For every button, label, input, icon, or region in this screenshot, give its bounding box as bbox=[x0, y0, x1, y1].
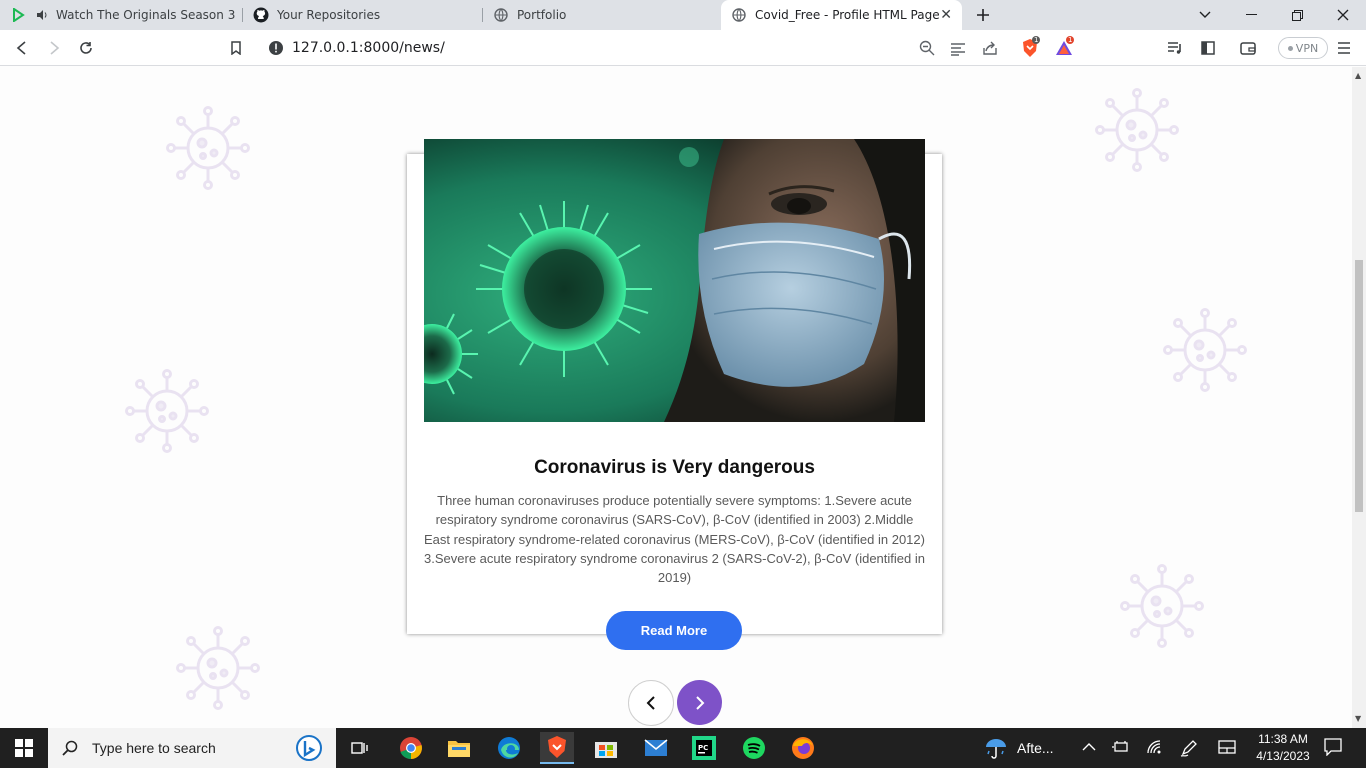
speaker-icon[interactable] bbox=[34, 7, 50, 23]
new-tab-button[interactable] bbox=[960, 0, 1006, 30]
virus-decoration-icon bbox=[1163, 308, 1247, 392]
edge-icon[interactable] bbox=[492, 732, 526, 764]
address-bar[interactable]: 127.0.0.1:8000/news/ bbox=[258, 33, 1080, 63]
virus-decoration-icon bbox=[1095, 88, 1179, 172]
restore-button[interactable] bbox=[1274, 0, 1320, 30]
tab-covid-free[interactable]: Covid_Free - Profile HTML Page ✕ bbox=[721, 0, 962, 30]
tab-title: Watch The Originals Season 3 Epis bbox=[56, 8, 240, 22]
github-icon bbox=[253, 7, 269, 23]
virus-decoration-icon bbox=[125, 369, 209, 453]
read-more-button[interactable]: Read More bbox=[606, 611, 742, 650]
show-hidden-icons-icon[interactable] bbox=[1082, 741, 1096, 755]
tab-title: Your Repositories bbox=[277, 8, 381, 22]
next-slide-button[interactable] bbox=[677, 680, 722, 725]
windows-start-icon[interactable] bbox=[7, 732, 41, 764]
url-text: 127.0.0.1:8000/news/ bbox=[292, 40, 445, 56]
pycharm-icon[interactable]: PC bbox=[687, 732, 721, 764]
close-window-button[interactable] bbox=[1320, 0, 1366, 30]
clock-date: 4/13/2023 bbox=[1256, 749, 1310, 763]
virus-decoration-icon bbox=[1120, 564, 1204, 648]
back-button[interactable] bbox=[10, 36, 34, 60]
share-icon[interactable] bbox=[982, 40, 998, 60]
playlist-icon[interactable] bbox=[1163, 36, 1187, 60]
virus-decoration-icon bbox=[176, 626, 260, 710]
bookmark-icon[interactable] bbox=[224, 36, 248, 60]
chrome-icon[interactable] bbox=[394, 732, 428, 764]
chevron-left-icon bbox=[646, 696, 655, 710]
sidebar-icon[interactable] bbox=[1196, 36, 1220, 60]
web-page: Coronavirus is Very dangerous Three huma… bbox=[0, 67, 1352, 728]
play-icon bbox=[10, 7, 26, 23]
tab-search-icon[interactable] bbox=[1182, 0, 1228, 30]
page-scrollbar[interactable]: ▲ ▼ bbox=[1352, 67, 1366, 728]
search-placeholder: Type here to search bbox=[92, 740, 216, 756]
spotify-icon[interactable] bbox=[737, 732, 771, 764]
brave-rewards-icon[interactable]: 1 bbox=[1052, 36, 1076, 60]
scroll-down-arrow-icon[interactable]: ▼ bbox=[1355, 714, 1361, 723]
globe-icon bbox=[493, 7, 509, 23]
reader-mode-icon[interactable] bbox=[950, 41, 966, 60]
tab-portfolio[interactable]: Portfolio bbox=[483, 0, 719, 30]
scrollbar-thumb[interactable] bbox=[1355, 260, 1363, 512]
shields-badge: 1 bbox=[1032, 36, 1041, 44]
brave-shields-icon[interactable]: 1 bbox=[1018, 36, 1042, 60]
tab-title: Portfolio bbox=[517, 8, 567, 22]
wifi-icon[interactable] bbox=[1146, 739, 1164, 758]
browser-toolbar: 127.0.0.1:8000/news/ 1 1 VPN bbox=[0, 30, 1366, 66]
pen-icon[interactable] bbox=[1180, 739, 1198, 760]
file-explorer-icon[interactable] bbox=[442, 732, 476, 764]
vpn-status-dot bbox=[1287, 45, 1293, 51]
clock[interactable]: 11:38 AM 4/13/2023 bbox=[1255, 731, 1311, 765]
tab-originals[interactable]: Watch The Originals Season 3 Epis bbox=[0, 0, 240, 30]
minimize-button[interactable] bbox=[1228, 0, 1274, 30]
tab-title: Covid_Free - Profile HTML Page bbox=[755, 8, 940, 22]
rewards-badge: 1 bbox=[1066, 36, 1075, 44]
vpn-label: VPN bbox=[1295, 41, 1319, 55]
firefox-icon[interactable] bbox=[786, 732, 820, 764]
svg-text:PC: PC bbox=[698, 744, 708, 752]
chevron-right-icon bbox=[695, 695, 704, 710]
news-card-title: Coronavirus is Very dangerous bbox=[534, 457, 815, 478]
microsoft-store-icon[interactable] bbox=[589, 732, 623, 764]
zoom-icon[interactable] bbox=[919, 40, 935, 60]
previous-slide-button[interactable] bbox=[628, 680, 674, 726]
wallet-icon[interactable] bbox=[1236, 36, 1260, 60]
taskbar-search-box[interactable]: Type here to search bbox=[48, 728, 336, 768]
forward-button[interactable] bbox=[42, 36, 66, 60]
notifications-icon[interactable] bbox=[1324, 738, 1342, 759]
news-card-image bbox=[424, 139, 925, 422]
reload-button[interactable] bbox=[74, 36, 98, 60]
task-view-icon[interactable] bbox=[343, 732, 377, 764]
tab-repositories[interactable]: Your Repositories bbox=[243, 0, 483, 30]
weather-text[interactable]: Afte... bbox=[1017, 740, 1054, 756]
vpn-button[interactable]: VPN bbox=[1278, 37, 1328, 59]
news-card-text: Three human coronaviruses produce potent… bbox=[424, 493, 925, 586]
search-icon bbox=[62, 740, 78, 756]
virus-decoration-icon bbox=[166, 106, 250, 190]
windows-taskbar: Type here to search PC Afte... 11:38 AM … bbox=[0, 728, 1366, 768]
brave-taskbar-icon[interactable] bbox=[540, 732, 574, 764]
bing-icon[interactable] bbox=[294, 734, 324, 766]
menu-icon[interactable] bbox=[1332, 36, 1356, 60]
clock-time: 11:38 AM bbox=[1258, 732, 1308, 746]
close-tab-icon[interactable]: ✕ bbox=[940, 7, 952, 23]
scroll-up-arrow-icon[interactable]: ▲ bbox=[1355, 71, 1361, 80]
site-info-icon[interactable] bbox=[268, 40, 284, 60]
battery-icon[interactable] bbox=[1112, 739, 1130, 758]
mail-icon[interactable] bbox=[639, 732, 673, 764]
tab-bar: Watch The Originals Season 3 Epis Your R… bbox=[0, 0, 1366, 30]
weather-icon[interactable] bbox=[984, 737, 1008, 762]
input-indicator-icon[interactable] bbox=[1218, 740, 1236, 757]
globe-icon bbox=[731, 7, 747, 23]
